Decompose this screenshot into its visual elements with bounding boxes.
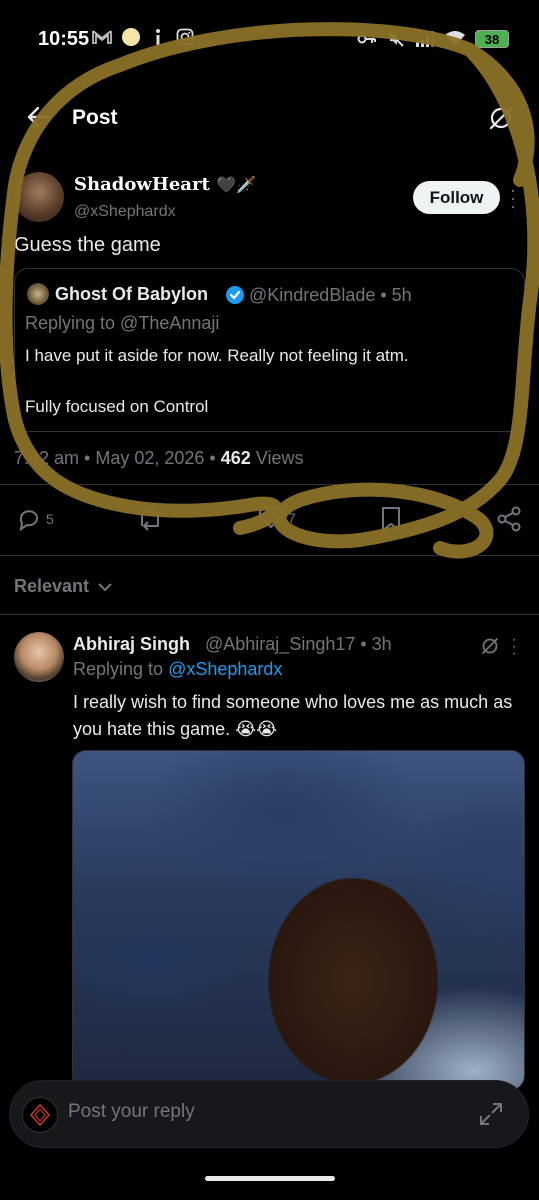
more-options-icon[interactable]: · · ·	[506, 181, 520, 215]
post-text: Guess the game	[14, 234, 161, 256]
quoted-author-name: Ghost Of Babylon	[55, 284, 208, 304]
gmail-icon	[92, 30, 112, 44]
repost-action[interactable]	[136, 506, 168, 532]
repost-icon	[141, 507, 159, 531]
reply-more-options-icon[interactable]: · · ·	[508, 632, 520, 662]
top-app-bar: Post	[0, 92, 539, 146]
back-arrow-icon[interactable]	[26, 104, 52, 130]
like-action[interactable]: 7	[258, 506, 296, 530]
like-count: 7	[288, 510, 296, 526]
reply-author-meta: @Abhiraj_Singh17 • 3h	[205, 634, 392, 654]
grok-icon[interactable]	[487, 104, 515, 132]
author-display-name[interactable]: ShadowHeart 🖤🗡️	[74, 174, 256, 195]
replying-to-handle-link[interactable]: @xShephardx	[168, 659, 282, 679]
quoted-body-line-2: Fully focused on Control	[25, 397, 209, 416]
notification-dot-icon	[122, 28, 140, 46]
views-label: Views	[255, 448, 304, 468]
divider	[0, 614, 539, 615]
chevron-down-icon	[98, 582, 112, 591]
reply-sort-dropdown[interactable]: Relevant	[14, 576, 113, 597]
quoted-post[interactable]: Ghost Of Babylon @KindredBlade • 5h Repl…	[14, 268, 525, 432]
divider	[0, 484, 539, 485]
replying-to-prefix: Replying to	[73, 659, 164, 679]
signal-icon	[416, 31, 434, 47]
status-bar: 10:55 38	[0, 0, 539, 80]
post-actions-bar: 5 7	[0, 502, 539, 536]
own-avatar	[22, 1097, 58, 1133]
reply-input[interactable]	[68, 1101, 448, 1123]
status-time: 10:55	[38, 28, 90, 50]
page-title: Post	[72, 106, 118, 129]
follow-button[interactable]: Follow	[413, 181, 500, 214]
divider	[0, 555, 539, 556]
bookmark-action[interactable]	[380, 506, 402, 532]
instagram-icon	[176, 28, 194, 46]
author-avatar[interactable]	[14, 172, 64, 222]
reply-author-avatar[interactable]	[14, 632, 64, 682]
mute-icon	[388, 31, 404, 47]
verified-badge-icon	[226, 286, 244, 304]
heart-icon	[258, 506, 284, 529]
reply-replying-to: Replying to @xShephardx	[73, 659, 282, 680]
reply-composer[interactable]	[9, 1080, 529, 1148]
battery-icon: 38	[475, 30, 509, 48]
reply-media-image[interactable]	[72, 750, 525, 1090]
bookmark-icon	[382, 507, 400, 532]
grok-icon[interactable]	[480, 636, 500, 656]
share-action[interactable]	[496, 506, 522, 532]
info-icon	[156, 29, 160, 45]
reply-count: 5	[46, 511, 54, 527]
expand-icon[interactable]	[478, 1101, 504, 1127]
reply-icon	[19, 510, 38, 532]
quoted-author-meta: @KindredBlade • 5h	[249, 285, 412, 305]
status-system-icons: 38	[357, 30, 509, 48]
reply-body: I really wish to find someone who loves …	[73, 692, 513, 739]
status-notification-icons	[92, 28, 194, 46]
quoted-body-line-1: I have put it aside for now. Really not …	[25, 346, 409, 365]
post-timestamp: 7:02 am • May 02, 2026 •	[14, 448, 216, 468]
post-timestamp-views: 7:02 am • May 02, 2026 • 462 Views	[14, 448, 304, 469]
author-name-text: ShadowHeart	[74, 174, 210, 195]
quoted-author-avatar	[27, 283, 49, 305]
author-handle[interactable]: @xShephardx	[74, 203, 176, 221]
key-icon	[357, 34, 376, 44]
profile-logo-icon	[29, 1104, 51, 1126]
author-name-emojis: 🖤🗡️	[216, 175, 256, 194]
quoted-replying-to: Replying to @TheAnnaji	[25, 313, 220, 333]
wifi-icon	[445, 31, 465, 46]
views-count: 462	[220, 448, 251, 468]
reply-sort-label: Relevant	[14, 576, 90, 596]
share-icon	[497, 506, 521, 532]
home-indicator	[205, 1176, 335, 1181]
reply-action[interactable]: 5	[16, 506, 54, 532]
reply-author-name[interactable]: Abhiraj Singh	[73, 634, 190, 655]
